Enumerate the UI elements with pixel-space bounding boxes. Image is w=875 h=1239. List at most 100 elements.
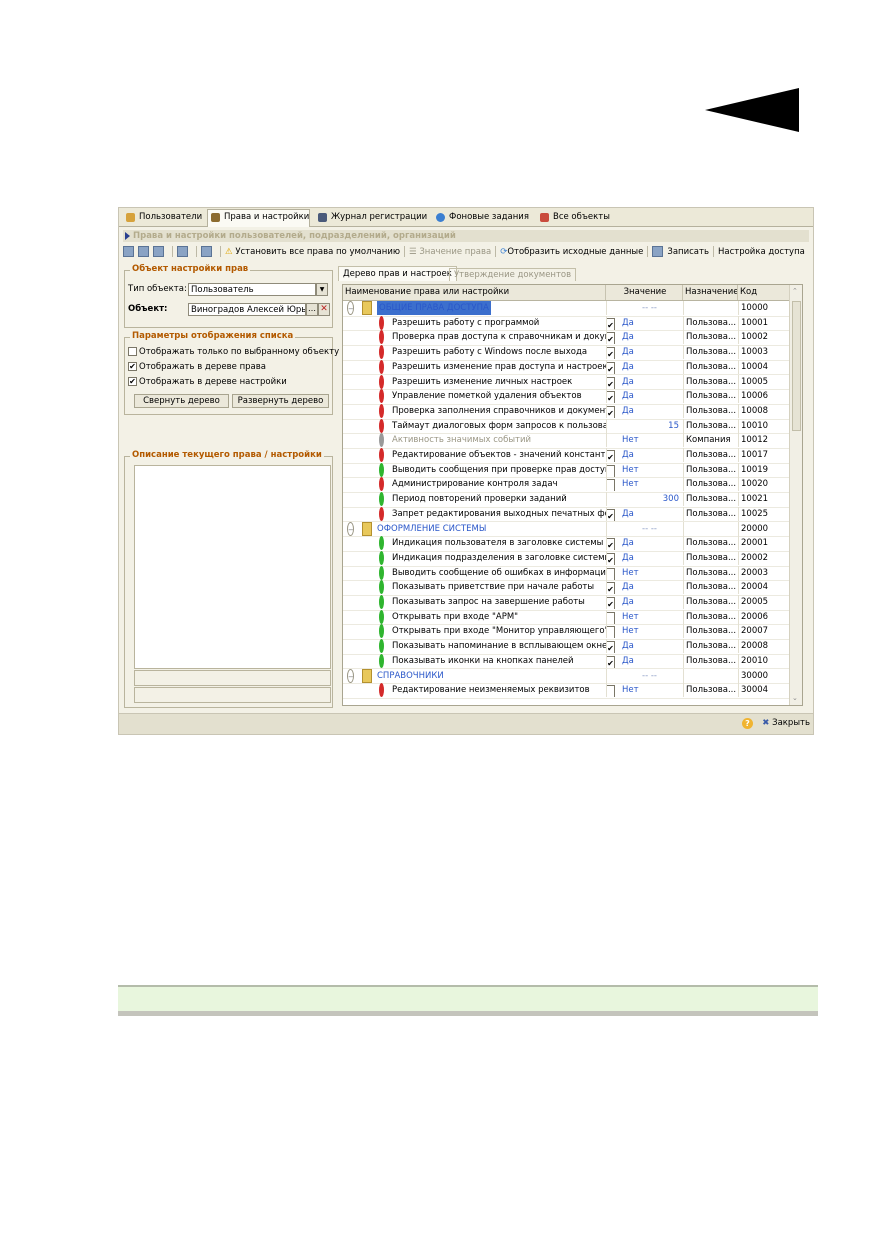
tree-item-row[interactable]: Активность значимых событий Нет Компания 10…	[343, 433, 790, 449]
tab-all-objects[interactable]: Все объекты	[537, 210, 610, 225]
checkbox[interactable]	[606, 685, 615, 698]
value-cell[interactable]: Нет	[620, 463, 683, 477]
object-field[interactable]: Виноградов Алексей Юрьеви	[188, 303, 306, 316]
value-checkbox-cell[interactable]: ✔	[606, 404, 620, 418]
object-type-select[interactable]: Пользователь	[188, 283, 316, 296]
checkbox-checked[interactable]: ✔	[606, 317, 615, 330]
col-value-header[interactable]: Значение	[606, 285, 683, 300]
chevron-up-icon[interactable]: ⌃	[792, 287, 798, 295]
value-cell[interactable]: Да	[620, 595, 683, 609]
value-checkbox-cell[interactable]	[606, 463, 620, 477]
tree-item-row[interactable]: Проверка прав доступа к справочникам и д…	[343, 330, 790, 347]
checkbox-checked[interactable]: ✔	[606, 582, 615, 595]
tree-item-row[interactable]: Разрешить изменение личных настроек ✔ Да По…	[343, 374, 790, 391]
value-cell[interactable]: Да	[620, 536, 683, 550]
value-checkbox-cell[interactable]: ✔	[606, 345, 620, 360]
checkbox[interactable]	[606, 479, 615, 492]
value-checkbox-cell[interactable]: ✔	[606, 551, 620, 565]
collapse-icon[interactable]: −	[347, 668, 354, 683]
tree-item-row[interactable]: Разрешить работу с Windows после выхода ✔…	[343, 345, 790, 361]
value-checkbox-cell[interactable]: ✔	[606, 316, 620, 330]
tree-item-row[interactable]: Открывать при входе "Монитор управляющег…	[343, 624, 790, 641]
value-cell[interactable]: Да	[620, 551, 683, 565]
collapse-icon[interactable]: −	[347, 301, 354, 315]
tree-item-row[interactable]: Проверка заполнения справочников и докум…	[343, 403, 790, 420]
checkbox[interactable]	[128, 347, 137, 356]
value-cell[interactable]: Да	[620, 654, 683, 668]
tree-item-row[interactable]: Выводить сообщение об ошибках в информац…	[343, 565, 790, 582]
value-cell[interactable]: Нет	[620, 566, 683, 580]
tab-rights-settings[interactable]: Права и настройки	[207, 209, 311, 227]
value-checkbox-cell[interactable]	[606, 669, 620, 683]
value-cell[interactable]: Да	[620, 448, 683, 462]
value-checkbox-cell[interactable]: ✔	[606, 536, 620, 551]
value-cell[interactable]: -- --	[620, 301, 683, 315]
value-cell[interactable]: -- --	[620, 669, 683, 683]
value-cell[interactable]: Да	[620, 375, 683, 389]
value-checkbox-cell[interactable]: ✔	[606, 654, 620, 668]
copy-settings-icon[interactable]	[153, 246, 164, 257]
only-selected-object-option[interactable]: Отображать только по выбранному объекту	[128, 347, 339, 357]
value-cell[interactable]: Нет	[620, 433, 683, 447]
tree-item-row[interactable]: Управление пометкой удаления объектов ✔ Да…	[343, 389, 790, 405]
tree-item-row[interactable]: Администрирование контроля задач Нет Польз…	[343, 477, 790, 494]
value-checkbox-cell[interactable]	[606, 683, 620, 698]
tree-item-row[interactable]: Выводить сообщения при проверке прав дос…	[343, 462, 790, 479]
checkbox-checked[interactable]: ✔	[606, 450, 615, 462]
value-checkbox-cell[interactable]: ✔	[606, 360, 620, 374]
tree-group-row[interactable]: − ОБЩИЕ ПРАВА ДОСТУПА -- -- 10000	[343, 301, 790, 317]
value-checkbox-cell[interactable]: ✔	[606, 595, 620, 609]
help-icon[interactable]: ?	[742, 718, 753, 729]
checkbox-checked[interactable]: ✔	[606, 347, 615, 360]
show-settings-option[interactable]: ✔ Отображать в дереве настройки	[128, 377, 287, 387]
expand-tree-button[interactable]: Развернуть дерево	[232, 394, 329, 408]
access-settings-button[interactable]: Настройка доступа	[718, 247, 805, 257]
value-cell[interactable]: -- --	[620, 522, 683, 536]
value-checkbox-cell[interactable]: ✔	[606, 507, 620, 521]
checkbox[interactable]	[606, 567, 615, 580]
checkbox-checked[interactable]: ✔	[128, 362, 137, 371]
tab-rights-tree[interactable]: Дерево прав и настроек	[338, 266, 457, 281]
value-cell[interactable]: 15	[620, 419, 683, 433]
value-checkbox-cell[interactable]	[606, 566, 620, 580]
collapse-icon[interactable]: −	[347, 521, 354, 536]
checkbox-checked[interactable]: ✔	[606, 332, 615, 345]
chevron-down-icon[interactable]: ⌄	[792, 694, 798, 702]
tree-item-row[interactable]: Показывать иконки на кнопках панелей ✔ Да П…	[343, 653, 790, 670]
print-icon[interactable]	[177, 246, 188, 257]
value-cell[interactable]: Да	[620, 360, 683, 374]
value-checkbox-cell[interactable]	[606, 433, 620, 447]
vertical-scrollbar[interactable]: ⌃ ⌄	[789, 285, 802, 705]
value-cell[interactable]: 300	[620, 492, 683, 506]
description-text-area[interactable]	[134, 465, 331, 669]
tab-event-log[interactable]: Журнал регистрации	[315, 210, 427, 225]
tree-item-row[interactable]: Разрешить работу с программой ✔ Да Пользова…	[343, 315, 790, 332]
value-checkbox-cell[interactable]	[606, 419, 620, 433]
add-icon[interactable]	[123, 246, 134, 257]
checkbox-checked[interactable]: ✔	[606, 508, 615, 521]
tree-item-row[interactable]: Запрет редактирования выходных печатных …	[343, 506, 790, 523]
save-button[interactable]: Записать	[652, 246, 709, 257]
right-value-button[interactable]: ☰ Значение права	[409, 247, 491, 257]
save-icon[interactable]	[201, 246, 212, 257]
value-cell[interactable]: Да	[620, 404, 683, 418]
tree-item-row[interactable]: Индикация пользователя в заголовке систе…	[343, 536, 790, 552]
tree-item-row[interactable]: Открывать при входе "АРМ" Нет Пользова... 2…	[343, 609, 790, 626]
value-cell[interactable]: Да	[620, 316, 683, 330]
checkbox-checked[interactable]: ✔	[606, 376, 615, 389]
checkbox[interactable]	[606, 464, 615, 477]
value-checkbox-cell[interactable]: ✔	[606, 330, 620, 345]
tree-item-row[interactable]: Разрешить изменение прав доступа и настр…	[343, 359, 790, 376]
chevron-down-icon[interactable]: ▼	[316, 283, 328, 296]
value-cell[interactable]: Нет	[620, 477, 683, 491]
value-cell[interactable]: Нет	[620, 610, 683, 624]
checkbox-checked[interactable]: ✔	[128, 377, 137, 386]
value-checkbox-cell[interactable]: ✔	[606, 375, 620, 389]
col-name-header[interactable]: Наименование права или настройки	[343, 285, 606, 300]
value-cell[interactable]: Нет	[620, 683, 683, 697]
value-cell[interactable]: Да	[620, 389, 683, 403]
col-code-header[interactable]: Код	[738, 285, 790, 300]
checkbox-checked[interactable]: ✔	[606, 552, 615, 565]
checkbox-checked[interactable]: ✔	[606, 361, 615, 374]
tab-users[interactable]: Пользователи	[123, 210, 202, 225]
